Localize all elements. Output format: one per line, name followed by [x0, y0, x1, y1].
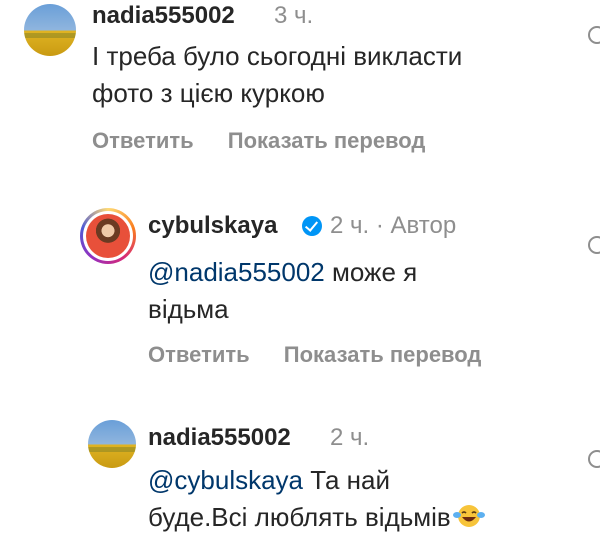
reply-button[interactable]: Ответить: [148, 342, 250, 367]
comment-text-part: Та най: [303, 465, 390, 495]
comment-text-line: @cybulskaya Та най: [148, 462, 485, 499]
comment-actions: Ответить Показать перевод: [92, 128, 453, 154]
comment-text-part: буде.Всі люблять відьмів: [148, 502, 451, 532]
comment-time: 3 ч.: [274, 2, 314, 29]
avatar[interactable]: [88, 420, 136, 468]
comment-time: 2 ч. · Автор: [330, 212, 457, 239]
comment-text-line: фото з цією куркою: [92, 78, 325, 108]
comment-text-line: @nadia555002 може я: [148, 254, 417, 291]
comment-text: І треба було сьогодні викласти фото з ці…: [92, 38, 462, 112]
like-icon[interactable]: [588, 450, 600, 468]
avatar[interactable]: [24, 4, 76, 56]
avatar[interactable]: [80, 208, 136, 264]
comment-username[interactable]: nadia555002: [148, 424, 291, 452]
comment-text: @nadia555002 може я відьма: [148, 254, 417, 328]
like-icon[interactable]: [588, 236, 600, 254]
verified-badge-icon: [302, 216, 322, 236]
comment-text-line: відьма: [148, 294, 229, 324]
show-translation-button[interactable]: Показать перевод: [284, 342, 482, 367]
comment-time: 2 ч.: [330, 424, 370, 451]
reply-button[interactable]: Ответить: [92, 128, 194, 153]
comment-text-line: І треба було сьогодні викласти: [92, 41, 463, 71]
comment-text-line: буде.Всі люблять відьмів: [148, 499, 485, 536]
comment-username[interactable]: nadia555002: [92, 2, 235, 30]
mention-link[interactable]: @nadia555002: [148, 257, 325, 287]
avatar-photo: [86, 214, 130, 258]
comment-username[interactable]: cybulskaya: [148, 212, 277, 240]
comment-text-part: може я: [324, 257, 418, 287]
comment-text: @cybulskaya Та най буде.Всі люблять відь…: [148, 462, 485, 536]
show-translation-button[interactable]: Показать перевод: [228, 128, 426, 153]
comment-actions: Ответить Показать перевод: [148, 342, 509, 368]
like-icon[interactable]: [588, 26, 600, 44]
mention-link[interactable]: @cybulskaya: [148, 465, 303, 495]
laughing-with-tears-emoji-icon: [452, 505, 485, 527]
